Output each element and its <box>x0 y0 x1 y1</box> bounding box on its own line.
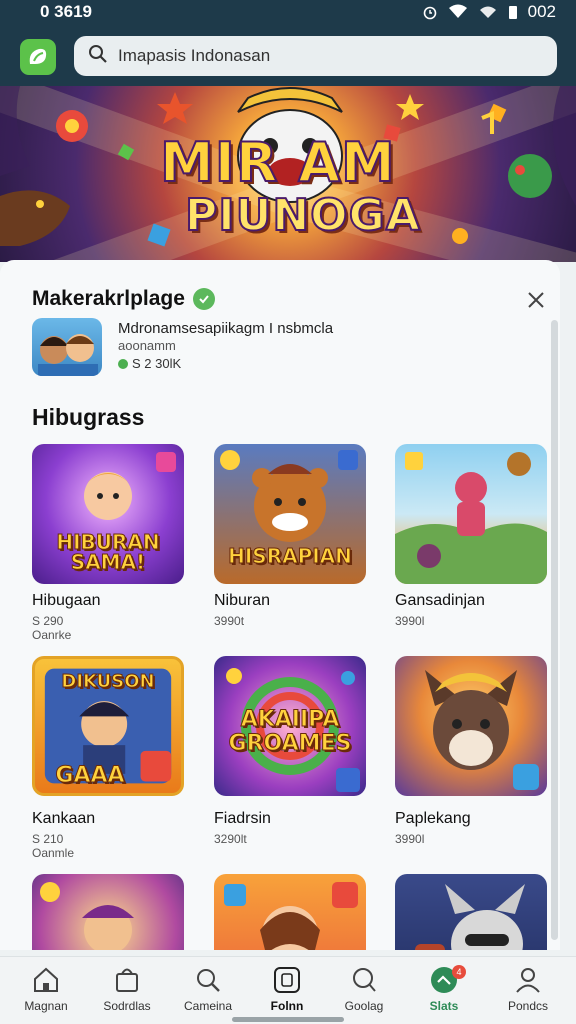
game-tile[interactable] <box>395 656 547 796</box>
sheet-title: Makerakrlplage <box>32 287 185 310</box>
game-name: Paplekang <box>395 810 471 827</box>
hero-title-line2: PIUNOGA <box>184 189 421 242</box>
bag-icon <box>116 968 138 992</box>
game-tile[interactable]: HISRAPIAN <box>214 444 366 584</box>
game-art-text: HISRAPIAN <box>228 544 353 569</box>
status-time: 0 3619 <box>40 2 92 21</box>
game-price: 3990l <box>395 614 425 628</box>
nav-item-search[interactable]: Cameina <box>172 963 244 1013</box>
search-icon <box>88 44 108 69</box>
developer-price: S 2 30lK <box>118 356 181 371</box>
game-price: 3990l <box>395 832 425 846</box>
game-tile[interactable] <box>214 874 366 950</box>
search-input[interactable]: Imapasis Indonasan <box>74 36 557 76</box>
developer-avatar[interactable] <box>32 318 102 376</box>
alarm-icon <box>422 4 438 20</box>
coin-icon <box>118 358 128 369</box>
game-price: S 210 <box>32 832 64 846</box>
nav-label: Sodrdlas <box>103 999 151 1013</box>
game-art <box>395 452 547 584</box>
home-indicator[interactable] <box>232 1017 344 1022</box>
game-tile[interactable] <box>395 874 547 950</box>
nav-label: Slats <box>429 999 459 1013</box>
nav-item-profile[interactable]: Pondcs <box>492 963 564 1013</box>
sheet-scrollbar[interactable] <box>551 320 558 940</box>
sheet-title-row: Makerakrlplage <box>32 287 215 311</box>
home-icon <box>34 967 58 992</box>
battery-level: 002 <box>527 2 556 21</box>
wifi-icon <box>448 4 468 20</box>
person-icon <box>516 968 540 993</box>
game-name: Niburan <box>214 592 271 609</box>
notification-badge: 4 <box>452 965 466 979</box>
game-name: Hibugaan <box>32 592 101 609</box>
app-logo-icon[interactable] <box>20 39 56 75</box>
game-meta: Oanmle <box>32 846 75 860</box>
bottom-nav: Magnan Sodrdlas Cameina Folnn Goolag 4 S… <box>0 956 576 1024</box>
nav-item-apps[interactable]: Folnn <box>251 963 323 1013</box>
nav-item-home[interactable]: Magnan <box>10 963 82 1013</box>
signal-icon <box>478 4 498 20</box>
game-art-text: AKAIIPA GROAMES <box>228 707 352 756</box>
section-title: Hibugrass <box>32 404 145 430</box>
nav-label: Cameina <box>183 999 233 1013</box>
developer-name: Mdronamsesapiikagm I nsbmcla <box>118 320 334 337</box>
nav-label: Pondcs <box>507 999 549 1013</box>
game-art-text-top: DIKUSON <box>61 671 155 693</box>
game-art-text: GAAA <box>55 763 125 789</box>
app-bar: Imapasis Indonasan <box>0 26 576 86</box>
game-tile[interactable] <box>395 444 547 584</box>
game-tile[interactable] <box>32 874 184 950</box>
developer-subtitle: aoonamm <box>118 338 176 353</box>
status-bar: 0 3619 002 <box>0 0 576 26</box>
game-name: Kankaan <box>32 810 96 827</box>
chat-icon <box>353 968 376 992</box>
game-art <box>415 884 525 950</box>
game-art <box>40 882 134 950</box>
game-art-text: HIBURAN SAMA! <box>56 530 160 574</box>
hero-banner[interactable]: MIR AM PIUNOGA <box>0 86 576 262</box>
game-price: S 290 <box>32 614 64 628</box>
nav-label: Goolag <box>344 999 384 1013</box>
close-icon[interactable] <box>524 288 548 312</box>
search-icon <box>197 969 220 992</box>
nav-item-chat[interactable]: Goolag <box>328 963 400 1013</box>
game-price: 3290lt <box>214 832 247 846</box>
game-meta: Oanrke <box>32 628 72 642</box>
developer-sheet: Makerakrlplage Mdronamsesapiikagm I nsbm… <box>0 260 560 950</box>
game-tile[interactable]: HIBURAN SAMA! <box>32 444 184 584</box>
game-tile[interactable]: AKAIIPA GROAMES <box>214 656 366 796</box>
battery-icon <box>508 4 518 20</box>
game-name: Fiadrsin <box>214 810 271 827</box>
nav-item-stats[interactable]: 4 Slats <box>408 963 480 1013</box>
game-price: 3990t <box>214 614 245 628</box>
game-art <box>224 882 358 950</box>
app-icon <box>274 967 300 993</box>
nav-item-store[interactable]: Sodrdlas <box>91 963 163 1013</box>
game-art <box>425 670 539 790</box>
verified-icon <box>192 288 215 310</box>
game-tile[interactable]: DIKUSON GAAA <box>32 656 184 796</box>
nav-label: Folnn <box>270 999 304 1013</box>
developer-price-value: S 2 30lK <box>132 356 182 371</box>
game-name: Gansadinjan <box>395 592 485 609</box>
hero-title-line1: MIR AM <box>159 130 396 195</box>
nav-label: Magnan <box>24 999 68 1013</box>
search-placeholder: Imapasis Indonasan <box>118 46 271 65</box>
